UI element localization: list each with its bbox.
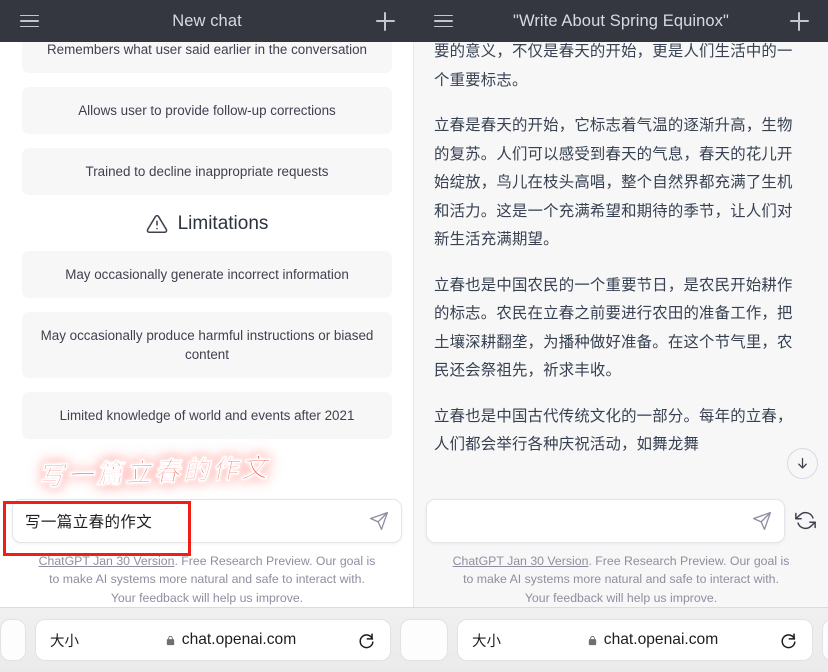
dual-pane-chatgpt-screenshot: New chat Remembers what user said earlie… [0, 0, 828, 672]
browser-bottom-bar: 大小 chat.openai.com 大小 chat.openai.com [0, 607, 828, 672]
right-composer-area: ChatGPT Jan 30 Version. Free Research Pr… [414, 491, 828, 607]
left-scroll-area[interactable]: Remembers what user said earlier in the … [0, 42, 414, 491]
tab-stub-left[interactable] [0, 619, 26, 661]
tab-stub-middle[interactable] [400, 619, 448, 661]
right-version-link[interactable]: ChatGPT Jan 30 Version [453, 554, 589, 568]
right-composer[interactable] [426, 499, 785, 543]
hamburger-icon [20, 11, 39, 32]
limitation-card[interactable]: Limited knowledge of world and events af… [22, 392, 392, 439]
message-paragraph: 立春是春天的开始，它标志着气温的逐渐升高，生物的复苏。人们可以感受到春天的气息，… [434, 112, 808, 255]
hamburger-icon [434, 11, 453, 32]
left-composer-area: ChatGPT Jan 30 Version. Free Research Pr… [0, 491, 414, 607]
address-bar-1[interactable]: chat.openai.com [112, 631, 349, 649]
message-paragraph: 要的意义，不仅是春天的开始，更是人们生活中的一个重要标志。 [434, 42, 808, 95]
left-composer-row [12, 499, 402, 543]
warning-triangle-icon [146, 213, 168, 235]
message-paragraph: 立春也是中国古代传统文化的一部分。每年的立春，人们都会举行各种庆祝活动，如舞龙舞 [434, 403, 808, 460]
right-footer-note: ChatGPT Jan 30 Version. Free Research Pr… [426, 543, 816, 607]
reload-icon[interactable] [779, 631, 798, 650]
tab-stub-right[interactable] [822, 619, 828, 661]
text-size-button-2[interactable]: 大小 [472, 630, 526, 651]
address-bar-2[interactable]: chat.openai.com [534, 631, 771, 649]
url-text-2: chat.openai.com [604, 631, 718, 649]
right-page-title: "Write About Spring Equinox" [458, 12, 784, 31]
regenerate-refresh-icon[interactable] [795, 510, 816, 531]
left-menu-button[interactable] [14, 6, 44, 36]
capability-card[interactable]: Allows user to provide follow-up correct… [22, 87, 392, 134]
left-message-input[interactable] [25, 512, 369, 530]
left-composer[interactable] [12, 499, 402, 543]
right-composer-row [426, 499, 816, 543]
right-chat-pane: "Write About Spring Equinox" 要的意义，不仅是春天的… [414, 0, 828, 607]
left-page-title: New chat [44, 12, 370, 31]
url-text-1: chat.openai.com [182, 631, 296, 649]
left-footer-note: ChatGPT Jan 30 Version. Free Research Pr… [12, 543, 402, 607]
right-menu-button[interactable] [428, 6, 458, 36]
scroll-to-bottom-button[interactable] [787, 448, 818, 479]
left-topbar: New chat [0, 0, 414, 42]
browser-tab-1[interactable]: 大小 chat.openai.com [35, 619, 391, 661]
send-paper-plane-icon[interactable] [369, 511, 389, 531]
limitations-heading: Limitations [22, 213, 392, 235]
capability-card[interactable]: Remembers what user said earlier in the … [22, 42, 392, 73]
limitations-heading-label: Limitations [178, 213, 269, 235]
left-chat-pane: New chat Remembers what user said earlie… [0, 0, 414, 607]
send-paper-plane-icon[interactable] [752, 511, 772, 531]
lock-icon [165, 634, 176, 647]
arrow-down-icon [795, 456, 810, 471]
lock-icon [587, 634, 598, 647]
left-version-link[interactable]: ChatGPT Jan 30 Version [39, 554, 175, 568]
left-new-chat-button[interactable] [370, 6, 400, 36]
right-new-chat-button[interactable] [784, 6, 814, 36]
capability-card[interactable]: Trained to decline inappropriate request… [22, 148, 392, 195]
plus-icon [790, 12, 809, 31]
text-size-button-1[interactable]: 大小 [50, 630, 104, 651]
panes-container: New chat Remembers what user said earlie… [0, 0, 828, 607]
limitation-card[interactable]: May occasionally produce harmful instruc… [22, 312, 392, 378]
message-paragraph: 立春也是中国农民的一个重要节日，是农民开始耕作的标志。农民在立春之前要进行农田的… [434, 272, 808, 386]
limitation-card[interactable]: May occasionally generate incorrect info… [22, 251, 392, 298]
right-message-input[interactable] [439, 512, 752, 530]
right-scroll-area[interactable]: 要的意义，不仅是春天的开始，更是人们生活中的一个重要标志。 立春是春天的开始，它… [414, 42, 828, 491]
browser-tab-2[interactable]: 大小 chat.openai.com [457, 619, 813, 661]
reload-icon[interactable] [357, 631, 376, 650]
right-topbar: "Write About Spring Equinox" [414, 0, 828, 42]
plus-icon [376, 12, 395, 31]
